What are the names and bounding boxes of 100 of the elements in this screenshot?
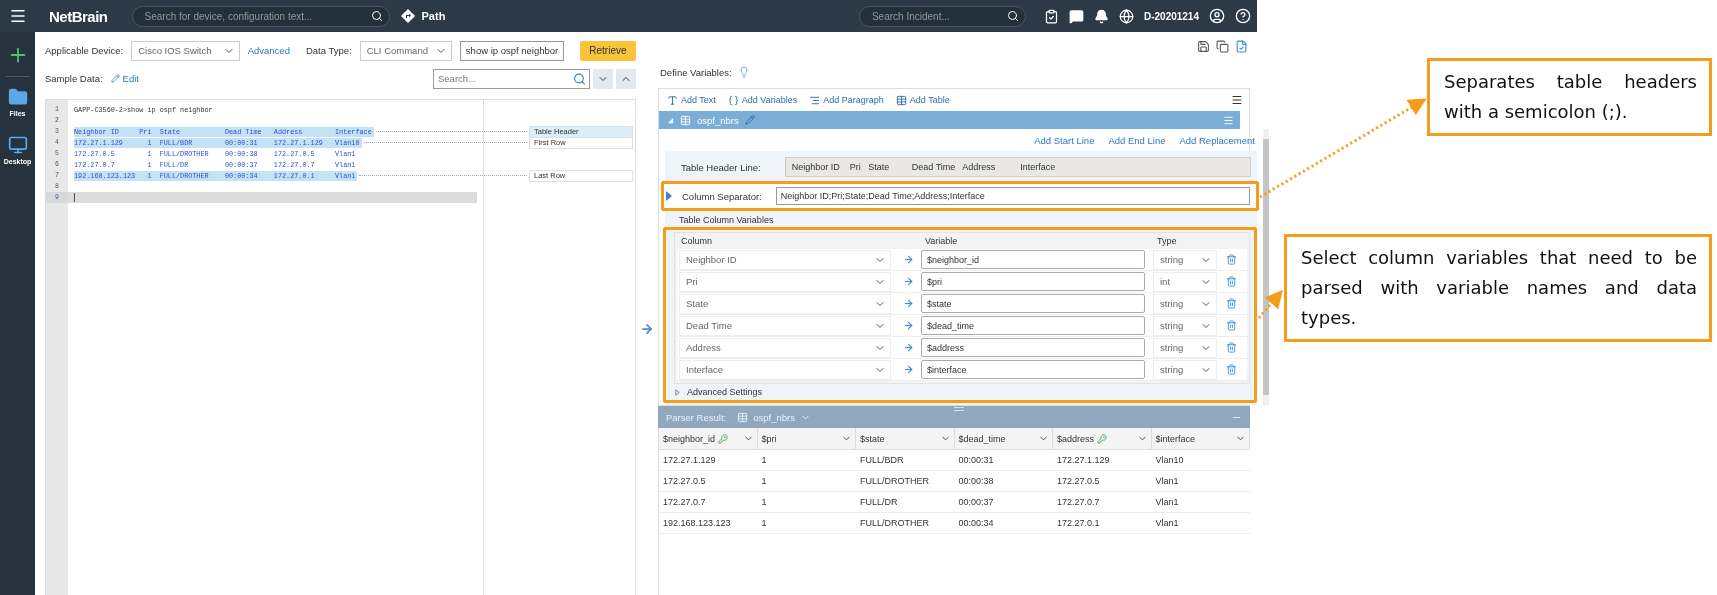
column-select[interactable]: Neighbor ID <box>679 249 891 270</box>
arrow-right-icon[interactable] <box>902 254 914 265</box>
column-header[interactable]: $state <box>856 428 955 449</box>
delete-icon[interactable] <box>1225 320 1237 331</box>
variable-field[interactable]: $state <box>921 294 1145 313</box>
scrollbar[interactable] <box>1263 129 1269 405</box>
add-link[interactable]: Add Start Line <box>1034 134 1095 146</box>
type-select[interactable]: string <box>1153 337 1217 358</box>
variable-field[interactable]: $address <box>921 338 1145 357</box>
delete-icon[interactable] <box>1225 298 1237 309</box>
toolbar-button[interactable]: Add Variables <box>727 94 798 106</box>
expand-icon[interactable] <box>674 388 681 396</box>
delete-icon[interactable] <box>1225 342 1237 353</box>
column-select[interactable]: State <box>679 293 891 314</box>
column-header[interactable]: $dead_time <box>954 428 1053 449</box>
type-select[interactable]: string <box>1153 249 1217 270</box>
table-cell-text: 1 <box>760 476 768 486</box>
type-select[interactable]: string <box>1153 293 1217 314</box>
variable-field[interactable]: $interface <box>921 360 1145 379</box>
arrow-right-icon[interactable] <box>902 364 914 375</box>
column-select[interactable]: Interface <box>679 359 891 380</box>
domain-name[interactable]: D-20201214 <box>1143 10 1199 22</box>
search-field[interactable]: Search for device, configuration text... <box>131 5 390 27</box>
arrow-right-icon[interactable] <box>640 322 654 336</box>
toolbar-button[interactable]: Add Text <box>667 94 716 106</box>
next-button[interactable] <box>593 68 613 89</box>
search-icon[interactable] <box>1006 10 1019 22</box>
command-field[interactable]: show ip ospf neighbor <box>459 40 564 61</box>
delete-icon[interactable] <box>1225 254 1237 265</box>
table-cell-text: 172.27.0.1 <box>1056 518 1101 528</box>
help-icon[interactable] <box>1235 8 1251 24</box>
table-cell-text: 172.27.1.129 <box>1056 455 1111 465</box>
folder-icon[interactable] <box>7 87 28 107</box>
search-icon[interactable] <box>370 10 383 22</box>
text-icon <box>667 94 678 106</box>
monitor-icon[interactable] <box>7 135 28 155</box>
column-select[interactable]: Pri <box>679 271 891 292</box>
table-cell-text: FULL/DROTHER <box>859 518 930 528</box>
arrow-right-icon[interactable] <box>902 298 914 309</box>
retrieve-button[interactable]: Retrieve <box>579 40 636 61</box>
user-icon[interactable] <box>1209 8 1225 24</box>
arrow-right-icon[interactable] <box>902 276 914 287</box>
header-line-field: Neighbor ID Pri State Dead Time Address Interface <box>784 157 1251 177</box>
arrow-right-icon[interactable] <box>902 342 914 353</box>
column-header[interactable]: $address <box>1053 428 1152 449</box>
column-title: $pri <box>761 433 777 444</box>
incident-search-field[interactable]: Search Incident... <box>858 5 1026 27</box>
pencil-icon[interactable] <box>744 115 755 125</box>
edit-link[interactable]: Edit <box>110 73 139 84</box>
bell-icon[interactable] <box>1093 8 1109 24</box>
column-select[interactable]: Address <box>679 337 891 358</box>
paragraph-icon <box>809 94 821 106</box>
toolbar-button[interactable]: Add Table <box>895 94 950 106</box>
separator-field[interactable]: Neighbor ID;Pri;State;Dead Time;Address;Interface <box>775 187 1250 205</box>
variable-field[interactable]: $pri <box>921 272 1145 291</box>
arrow-right-icon[interactable] <box>902 320 914 331</box>
table-cell-text: 172.27.0.7 <box>662 497 707 507</box>
add-link[interactable]: Add Replacement <box>1179 134 1255 146</box>
column-header: Variable <box>925 236 959 246</box>
copy-icon[interactable] <box>1216 40 1229 53</box>
globe-icon[interactable] <box>1118 8 1134 24</box>
advanced-settings-toggle[interactable]: Advanced Settings <box>687 387 763 397</box>
variable-field[interactable]: $dead_time <box>921 316 1145 335</box>
add-link[interactable]: Add End Line <box>1108 134 1166 146</box>
table-cell-text: FULL/DROTHER <box>859 476 930 486</box>
table-cell-text: 172.27.1.129 <box>662 455 717 465</box>
type-select[interactable]: string <box>1153 315 1217 336</box>
advanced-link[interactable]: Advanced <box>247 45 290 56</box>
column-header[interactable]: $neighbor_id <box>659 428 758 449</box>
type-select[interactable]: int <box>1153 271 1217 292</box>
search-icon[interactable] <box>573 72 586 85</box>
chat-icon[interactable] <box>1068 8 1084 24</box>
path-button[interactable]: Path <box>399 8 446 24</box>
table-cell-text: 00:00:34 <box>957 518 995 528</box>
table-cell-text: 172.27.0.7 <box>1056 497 1101 507</box>
data-type-select[interactable]: CLI Command <box>359 40 452 61</box>
table-icon <box>895 94 907 106</box>
file-check-icon[interactable] <box>1235 40 1248 53</box>
variable-field[interactable]: $neighbor_id <box>921 250 1145 269</box>
device-select[interactable]: Cisco IOS Switch <box>131 40 240 61</box>
table-cell-text: 172.27.0.5 <box>1056 476 1101 486</box>
table-cell-text: Vlan10 <box>1154 455 1185 465</box>
save-icon[interactable] <box>1197 40 1210 53</box>
variable-icon <box>727 94 739 106</box>
clipboard-icon[interactable] <box>1043 8 1059 24</box>
table-cell-text: 00:00:38 <box>957 476 995 486</box>
column-header[interactable]: $pri <box>757 428 856 449</box>
toolbar-button[interactable]: Add Paragraph <box>809 94 884 106</box>
previous-button[interactable] <box>616 68 636 89</box>
search-field[interactable]: Search... <box>433 68 590 89</box>
menu-icon[interactable] <box>8 7 27 25</box>
column-header[interactable]: $interface <box>1151 428 1250 449</box>
type-select[interactable]: string <box>1153 359 1217 380</box>
delete-icon[interactable] <box>1225 276 1237 287</box>
menu-icon[interactable] <box>1231 94 1243 106</box>
delete-icon[interactable] <box>1225 364 1237 375</box>
column-select[interactable]: Dead Time <box>679 315 891 336</box>
collapse-icon[interactable] <box>667 116 674 124</box>
key-icon <box>718 433 729 444</box>
lightbulb-icon[interactable] <box>737 66 750 78</box>
